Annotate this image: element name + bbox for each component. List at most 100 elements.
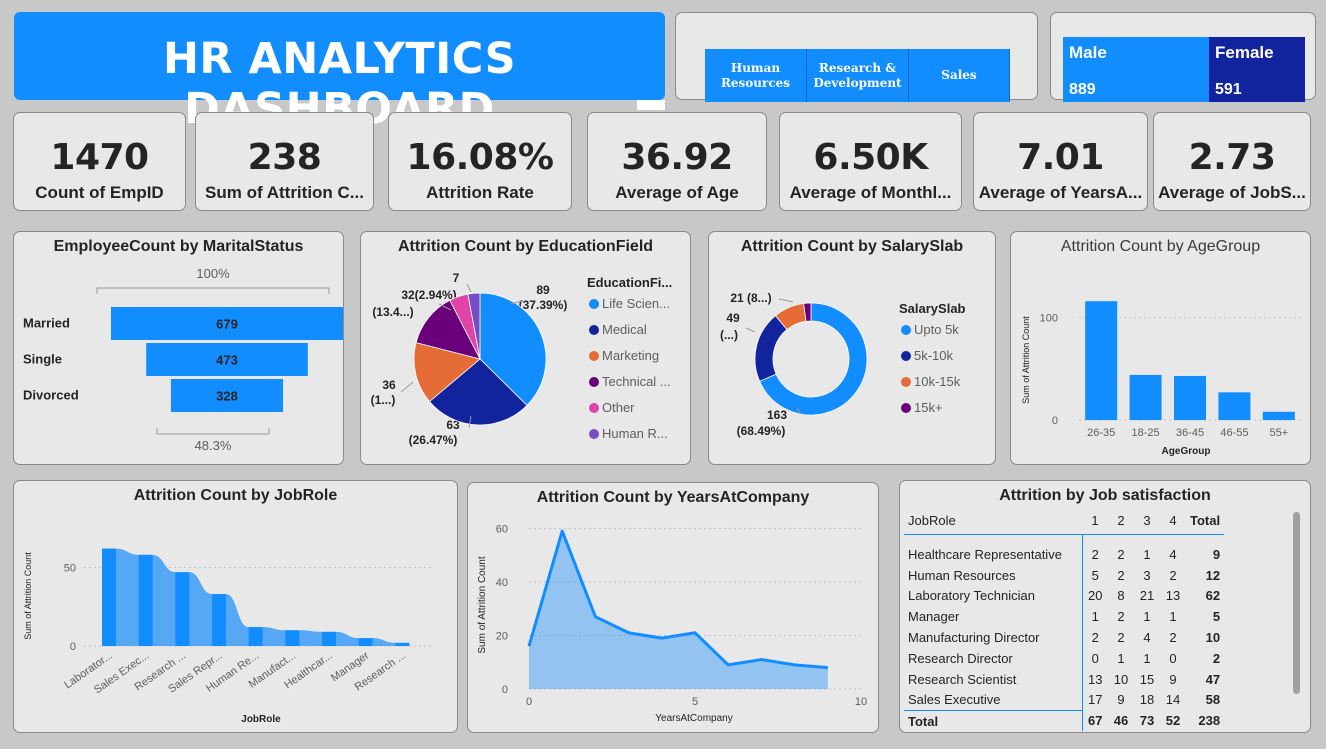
x-axis-title: JobRole — [241, 714, 281, 725]
pie-data-label: 32(2.94%) — [401, 288, 456, 302]
x-tick-label: 5 — [692, 696, 698, 708]
table-cell: 17 — [1088, 692, 1103, 708]
y-axis-title: Sum of Attrition Count — [477, 556, 488, 653]
kpi-value: 1470 — [50, 137, 149, 178]
table-cell: 1 — [1091, 609, 1099, 625]
row-header-cell: Healthcare Representative — [904, 544, 1083, 565]
table-cell: 47 — [1205, 671, 1221, 687]
title-banner: HR ANALYTICS DASHBOARD — [14, 12, 665, 134]
kpi-card: 36.92 Average of Age — [587, 112, 767, 211]
salary-slab-donut-card: Attrition Count by SalarySlab SalarySlab… — [708, 231, 996, 465]
table-cell: 0 — [1169, 650, 1177, 666]
y-tick-label: 0 — [502, 684, 508, 696]
ribbon-bar — [395, 642, 410, 646]
table-row: Human Resources 5 2 3 2 12 — [904, 564, 1224, 586]
table-cell: 10 — [1113, 671, 1129, 687]
kpi-value: 36.92 — [621, 137, 733, 178]
table-cell: 15 — [1139, 671, 1155, 687]
table-scrollbar[interactable] — [1293, 512, 1300, 694]
donut-data-label: (68.49%) — [737, 424, 786, 438]
kpi-card: 2.73 Average of JobS... — [1153, 112, 1311, 211]
legend-marker — [589, 325, 599, 335]
table-cell: 1 — [1117, 650, 1125, 666]
leader-line — [745, 327, 756, 333]
table-cell: 2 — [1117, 567, 1125, 583]
pie-data-label: 89 — [536, 283, 550, 297]
table-cell: 62 — [1205, 588, 1221, 604]
table-cell: 9 — [1117, 692, 1125, 708]
chart-title: Attrition by Job satisfaction — [999, 487, 1211, 504]
table-cell: 2 — [1091, 630, 1099, 646]
kpi-value: 16.08% — [406, 137, 554, 178]
donut-data-label: 49 — [726, 311, 740, 325]
legend-item: 5k-10k — [914, 348, 954, 363]
ribbon-bar — [102, 548, 116, 646]
pie-data-label: (13.4...) — [372, 305, 413, 319]
table-cell: 1 — [1143, 609, 1151, 625]
table-cell: 67 — [1088, 713, 1103, 729]
table-cell: 3 — [1143, 567, 1151, 583]
legend-item: Technical ... — [602, 374, 671, 389]
slicer-research-development[interactable]: Research & Development — [807, 49, 909, 102]
slicer-human-resources[interactable]: Human Resources — [705, 49, 807, 102]
table-row: Sales Executive 17 9 18 14 58 — [904, 689, 1224, 711]
gender-female[interactable]: Female 591 — [1209, 37, 1305, 102]
funnel-value-label: 473 — [216, 353, 238, 368]
x-tick-label: 46-55 — [1220, 427, 1248, 439]
table-row: Total 67 46 73 52 238 — [904, 709, 1224, 732]
table-cell: 1 — [1091, 513, 1099, 529]
table-cell: 21 — [1139, 588, 1155, 604]
bar — [1085, 301, 1118, 420]
kpi-label: Count of EmpID — [35, 183, 164, 202]
age-group-bar-card: Attrition Count by AgeGroup Sum of Attri… — [1010, 231, 1311, 465]
kpi-label: Average of Age — [615, 183, 739, 202]
table-cell: 2 — [1169, 630, 1177, 646]
legend-marker — [589, 377, 599, 387]
matrix-table: JobRole 1 2 3 4 Total Healthcare Representativ… — [904, 508, 1225, 732]
row-header-cell: Total — [904, 709, 1083, 732]
slicer-label: Sales — [941, 68, 977, 82]
funnel-bracket-top — [96, 287, 330, 294]
legend-title: EducationFi... — [587, 275, 672, 290]
gender-value: 889 — [1069, 81, 1096, 98]
kpi-value: 238 — [247, 137, 322, 178]
leader-line — [466, 283, 472, 293]
legend-item: 10k-15k — [914, 374, 961, 389]
years-at-company-area-chart: Sum of Attrition Count YearsAtCompany 0 2… — [477, 523, 867, 724]
gender-male[interactable]: Male 889 — [1063, 37, 1209, 102]
bar — [1129, 374, 1162, 420]
donut-slice — [754, 315, 788, 382]
kpi-card: 16.08% Attrition Rate — [388, 112, 572, 211]
y-tick-label: 0 — [70, 641, 76, 653]
legend-marker — [901, 403, 911, 413]
salary-slab-donut: SalarySlab 163 (68.49%) 49 (...) 21 (8..… — [720, 291, 966, 438]
table-cell: 18 — [1139, 692, 1155, 708]
department-slicer-card: Human Resources Research & Development Sal… — [675, 12, 1038, 102]
legend-title: SalarySlab — [899, 301, 966, 316]
x-tick-label: 26-35 — [1087, 427, 1115, 439]
x-tick-label: 10 — [855, 696, 867, 708]
table-spacer — [904, 533, 1225, 544]
slicer-sales[interactable]: Sales — [909, 49, 1010, 102]
legend-marker — [589, 429, 599, 439]
kpi-label: Average of Monthl... — [789, 183, 952, 202]
kpi-card: 6.50K Average of Monthl... — [779, 112, 962, 211]
table-cell: 2 — [1091, 546, 1099, 562]
education-field-pie: EducationFi... 89 (37.39%) 63 (26.47%) 3… — [371, 271, 673, 447]
y-axis-title: Sum of Attrition Count — [1021, 316, 1031, 404]
legend-item: Human R... — [602, 426, 668, 441]
job-role-area-card: Attrition Count by JobRole Sum of Attrit… — [13, 480, 458, 733]
marital-status-funnel: 100% 48.3% 679 Married 473 Single 328 Divorce… — [23, 266, 343, 453]
table-cell: 1 — [1143, 650, 1151, 666]
legend-item: Life Scien... — [602, 296, 670, 311]
table-row: JobRole 1 2 3 4 Total — [904, 508, 1224, 534]
y-tick-label: 0 — [1052, 415, 1058, 427]
funnel-top-percent: 100% — [196, 266, 230, 281]
pie-data-label: 36 — [382, 378, 396, 392]
table-row: Research Scientist 13 10 15 9 47 — [904, 668, 1224, 690]
table-cell: 2 — [1117, 546, 1125, 562]
legend-item: Other — [602, 400, 635, 415]
leader-line — [778, 298, 794, 303]
table-cell: 73 — [1139, 713, 1155, 729]
pie-data-label: (37.39%) — [519, 298, 568, 312]
